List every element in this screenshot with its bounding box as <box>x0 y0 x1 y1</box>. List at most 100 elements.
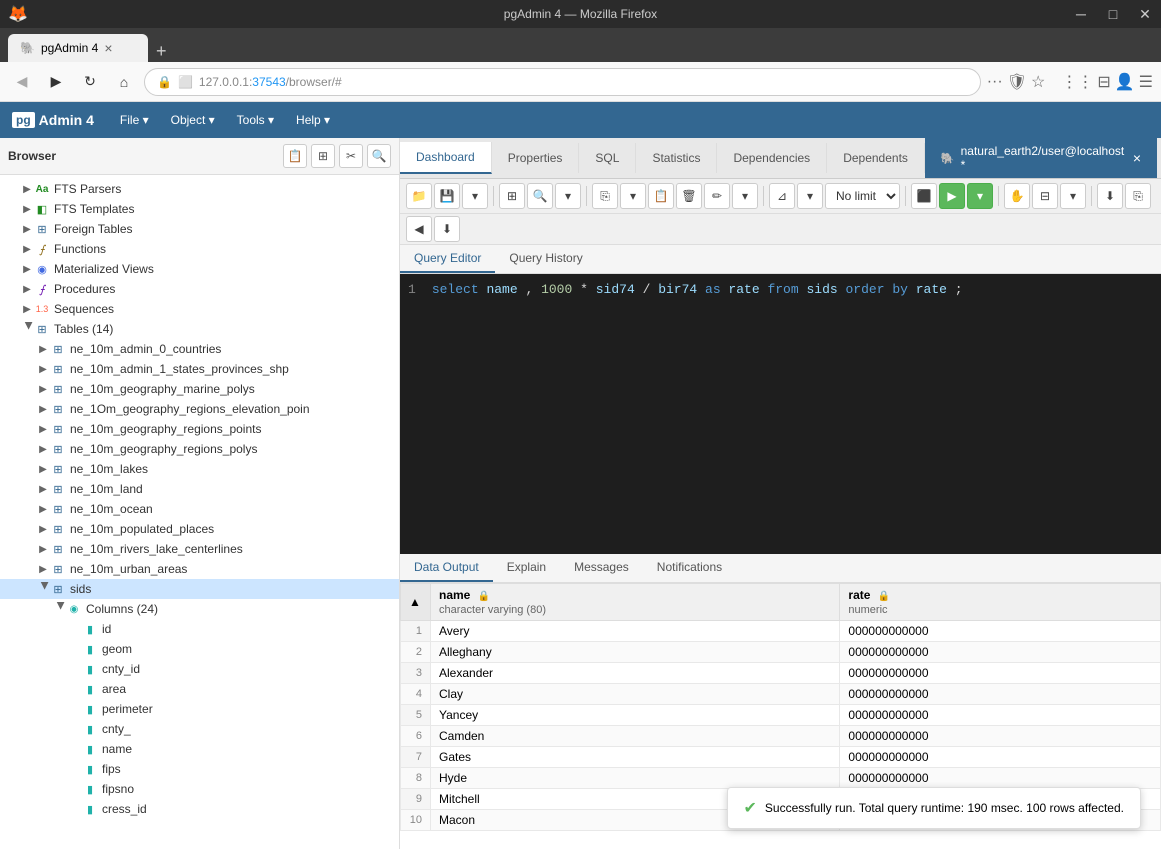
save-button[interactable]: 💾 <box>434 183 460 209</box>
sidebar-item-tbl-land[interactable]: ▶ ⊞ ne_10m_land <box>0 479 399 499</box>
menu-file[interactable]: File ▾ <box>110 109 159 131</box>
table-row[interactable]: 5 Yancey 000000000000 <box>401 705 1161 726</box>
table-row[interactable]: 1 Avery 000000000000 <box>401 621 1161 642</box>
pgadmin-tab[interactable]: 🐘 pgAdmin 4 × <box>8 34 148 62</box>
sidebar-item-col-area[interactable]: ▮ area <box>0 679 399 699</box>
sidebar-item-tbl-admin1[interactable]: ▶ ⊞ ne_10m_admin_1_states_provinces_shp <box>0 359 399 379</box>
filter-dropdown-button[interactable]: ▾ <box>797 183 823 209</box>
tab-query-editor[interactable]: Query Editor <box>400 245 495 273</box>
sidebar-item-tbl-marine[interactable]: ▶ ⊞ ne_10m_geography_marine_polys <box>0 379 399 399</box>
sidebar-item-tables[interactable]: ▶ ⊞ Tables (14) <box>0 319 399 339</box>
sidebar-item-col-cress[interactable]: ▮ cress_id <box>0 799 399 819</box>
tab-dependencies[interactable]: Dependencies <box>717 143 827 173</box>
edit-dropdown-button[interactable]: ▾ <box>732 183 758 209</box>
table-row[interactable]: 2 Alleghany 000000000000 <box>401 642 1161 663</box>
sidebar-item-tbl-rivers[interactable]: ▶ ⊞ ne_10m_rivers_lake_centerlines <box>0 539 399 559</box>
url-bar[interactable]: 🔒 ⬜ 127.0.0.1:37543/browser/# <box>144 68 981 96</box>
grid-view-button[interactable]: ⊞ <box>499 183 525 209</box>
maximize-button[interactable]: □ <box>1097 0 1129 28</box>
reload-button[interactable]: ↻ <box>76 68 104 96</box>
search-button[interactable]: 🔍 <box>527 183 553 209</box>
paste-button[interactable]: 📋 <box>648 183 674 209</box>
account-button[interactable]: 👤 <box>1115 72 1135 92</box>
sidebar-item-col-fips[interactable]: ▮ fips <box>0 759 399 779</box>
tab-close-button[interactable]: × <box>104 40 112 56</box>
sidebar-item-functions[interactable]: ▶ ⨍ Functions <box>0 239 399 259</box>
copy-button[interactable]: ⎘ <box>592 183 618 209</box>
tab-messages[interactable]: Messages <box>560 554 643 582</box>
filter-button[interactable]: ⊿ <box>769 183 795 209</box>
sidebar-item-col-name[interactable]: ▮ name <box>0 739 399 759</box>
table-row[interactable]: 6 Camden 000000000000 <box>401 726 1161 747</box>
table-row[interactable]: 4 Clay 000000000000 <box>401 684 1161 705</box>
sidebar-item-procedures[interactable]: ▶ ⨍ Procedures <box>0 279 399 299</box>
menu-tools[interactable]: Tools ▾ <box>227 109 284 131</box>
table-row[interactable]: 3 Alexander 000000000000 <box>401 663 1161 684</box>
table-row[interactable]: 8 Hyde 000000000000 <box>401 768 1161 789</box>
tab-notifications[interactable]: Notifications <box>643 554 736 582</box>
sql-editor[interactable]: 1 select name , 1000 * sid74 / bir74 as … <box>400 274 1161 554</box>
menu-help[interactable]: Help ▾ <box>286 109 340 131</box>
new-tab-button[interactable]: + <box>148 41 175 62</box>
sidebar-item-tbl-populated[interactable]: ▶ ⊞ ne_10m_populated_places <box>0 519 399 539</box>
sidebar-item-tbl-ocean[interactable]: ▶ ⊞ ne_10m_ocean <box>0 499 399 519</box>
tab-dependents[interactable]: Dependents <box>827 143 925 173</box>
back-button[interactable]: ◀ <box>8 68 36 96</box>
limit-select[interactable]: No limit 100 500 1000 <box>825 183 900 209</box>
download2-button[interactable]: ⬇ <box>434 216 460 242</box>
bookmark-button[interactable]: ☆ <box>1031 72 1045 92</box>
sidebar-cut-btn[interactable]: ✂ <box>339 144 363 168</box>
sidebar-item-tbl-sids[interactable]: ▶ ⊞ sids <box>0 579 399 599</box>
sidebar-grid-btn[interactable]: ⊞ <box>311 144 335 168</box>
sidebar-item-tbl-admin0[interactable]: ▶ ⊞ ne_10m_admin_0_countries <box>0 339 399 359</box>
forward-button[interactable]: ▶ <box>42 68 70 96</box>
close-window-button[interactable]: ✕ <box>1129 0 1161 28</box>
extensions-button[interactable]: ⋮⋮ <box>1061 72 1093 92</box>
sql-content[interactable]: select name , 1000 * sid74 / bir74 as ra… <box>432 282 963 297</box>
copy2-button[interactable]: ⎘ <box>1125 183 1151 209</box>
col-header-rate[interactable]: rate 🔒 numeric <box>840 584 1161 621</box>
query-tab-close[interactable]: × <box>1133 150 1141 166</box>
sidebar-item-foreign-tables[interactable]: ▶ ⊞ Foreign Tables <box>0 219 399 239</box>
tab-dashboard[interactable]: Dashboard <box>400 142 492 174</box>
sidebar-copy-btn[interactable]: 📋 <box>283 144 307 168</box>
sidebar-item-tbl-lakes[interactable]: ▶ ⊞ ne_10m_lakes <box>0 459 399 479</box>
sidebar-item-col-cnty[interactable]: ▮ cnty_ <box>0 719 399 739</box>
sidebar-item-sequences[interactable]: ▶ 1.3 Sequences <box>0 299 399 319</box>
sidebar-item-col-geom[interactable]: ▮ geom <box>0 639 399 659</box>
delete-button[interactable]: 🗑 <box>676 183 702 209</box>
sidebar-item-tbl-elevation[interactable]: ▶ ⊞ ne_1Om_geography_regions_elevation_p… <box>0 399 399 419</box>
copy-dropdown-button[interactable]: ▾ <box>620 183 646 209</box>
hamburger-menu[interactable]: ☰ <box>1139 72 1153 92</box>
sidebar-button[interactable]: ⊟ <box>1097 72 1110 92</box>
tab-data-output[interactable]: Data Output <box>400 554 493 582</box>
tab-explain[interactable]: Explain <box>493 554 560 582</box>
tab-statistics[interactable]: Statistics <box>636 143 717 173</box>
table-row[interactable]: 7 Gates 000000000000 <box>401 747 1161 768</box>
sidebar-item-materialized-views[interactable]: ▶ ◉ Materialized Views <box>0 259 399 279</box>
tab-properties[interactable]: Properties <box>492 143 580 173</box>
stop-button[interactable]: ⬛ <box>911 183 937 209</box>
edit-button[interactable]: ✏ <box>704 183 730 209</box>
sidebar-item-tbl-regions-pts[interactable]: ▶ ⊞ ne_10m_geography_regions_points <box>0 419 399 439</box>
execute-button[interactable]: ▶ <box>939 183 965 209</box>
minimize-button[interactable]: ─ <box>1065 0 1097 28</box>
sidebar-item-col-perimeter[interactable]: ▮ perimeter <box>0 699 399 719</box>
sidebar-item-columns[interactable]: ▶ ◉ Columns (24) <box>0 599 399 619</box>
query-editor-tab[interactable]: 🐘 natural_earth2/user@localhost * × <box>925 138 1157 178</box>
overflow-menu-button[interactable]: ··· <box>987 73 1003 91</box>
col-header-name[interactable]: name 🔒 character varying (80) <box>431 584 840 621</box>
back-history-button[interactable]: ◀ <box>406 216 432 242</box>
tab-sql[interactable]: SQL <box>579 143 636 173</box>
sidebar-item-fts-templates[interactable]: ▶ ◧ FTS Templates <box>0 199 399 219</box>
tab-query-history[interactable]: Query History <box>495 245 596 273</box>
sidebar-item-tbl-regions-poly[interactable]: ▶ ⊞ ne_10m_geography_regions_polys <box>0 439 399 459</box>
open-file-button[interactable]: 📁 <box>406 183 432 209</box>
grab-button[interactable]: ✋ <box>1004 183 1030 209</box>
column-layout-dropdown[interactable]: ▾ <box>1060 183 1086 209</box>
sidebar-search-btn[interactable]: 🔍 <box>367 144 391 168</box>
sidebar-item-fts-parsers[interactable]: ▶ Aa FTS Parsers <box>0 179 399 199</box>
sidebar-item-col-cnty-id[interactable]: ▮ cnty_id <box>0 659 399 679</box>
save-dropdown-button[interactable]: ▾ <box>462 183 488 209</box>
home-button[interactable]: ⌂ <box>110 68 138 96</box>
